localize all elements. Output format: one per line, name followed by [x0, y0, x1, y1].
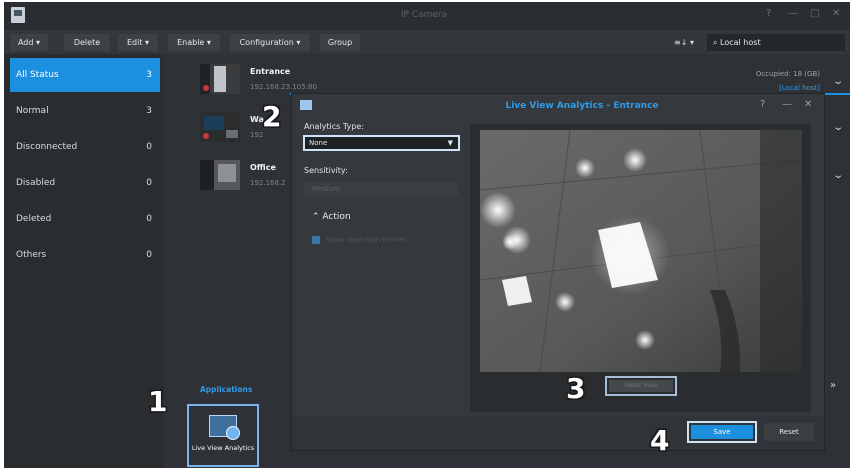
camera-occupied: Occupied: 18 (GB) [755, 70, 820, 78]
dialog-title: Live View Analytics - Entrance [505, 101, 659, 111]
edit-button[interactable]: Edit ▾ [118, 34, 158, 51]
reset-view-button[interactable]: Reset View [609, 380, 673, 392]
sidebar-item-disconnected[interactable]: Disconnected 0 [10, 130, 160, 164]
sidebar-item-count: 0 [146, 214, 152, 224]
chevron-down-icon[interactable]: ⌄ [832, 170, 844, 181]
camera-name: Entrance [250, 67, 291, 76]
app-icon [11, 7, 25, 23]
sensitivity-select: Medium [304, 182, 459, 196]
sensitivity-label: Sensitivity: [304, 166, 348, 175]
camera-preview[interactable] [480, 130, 802, 372]
camera-name: Office [250, 163, 276, 172]
chevron-down-icon[interactable]: ⌄ [832, 76, 844, 87]
action-section-title: Action [322, 212, 351, 222]
sidebar-item-count: 0 [146, 250, 152, 260]
dialog-close-icon[interactable]: ✕ [804, 99, 812, 110]
help-icon[interactable]: ? [766, 8, 771, 19]
sidebar-item-all-status[interactable]: All Status 3 [10, 58, 160, 92]
maximize-icon[interactable]: □ [810, 8, 819, 19]
sidebar-item-label: Deleted [16, 214, 52, 224]
live-view-analytics-dialog: Live View Analytics - Entrance ? — ✕ Ana… [291, 93, 825, 451]
step-number-3: 3 [566, 372, 586, 405]
sidebar-item-count: 0 [146, 178, 152, 188]
sidebar-item-count: 3 [146, 70, 152, 80]
action-section[interactable]: ⌃ Action [312, 212, 351, 222]
search-icon: ⌕ [713, 38, 721, 47]
step-number-1: 1 [148, 385, 168, 418]
dialog-footer: Save Reset [292, 416, 824, 450]
live-view-analytics-button[interactable]: Live View Analytics [187, 404, 259, 467]
sidebar-item-label: Disconnected [16, 142, 78, 152]
title-bar: IP Camera ? — □ ✕ [4, 2, 850, 30]
sidebar-item-label: Disabled [16, 178, 56, 188]
dialog-app-icon [300, 100, 312, 110]
step-number-2: 2 [262, 100, 282, 133]
applications-heading: Applications [200, 385, 253, 394]
sensitivity-value: Medium [312, 185, 340, 193]
sidebar-item-disabled[interactable]: Disabled 0 [10, 166, 160, 200]
save-highlight: Save [687, 421, 757, 443]
checkbox-label: Show detection frames [326, 236, 407, 244]
chevron-down-icon[interactable]: ⌄ [832, 122, 844, 133]
host-label: Local host [720, 38, 761, 47]
sidebar-item-normal[interactable]: Normal 3 [10, 94, 160, 128]
dialog-minimize-icon[interactable]: — [782, 99, 792, 110]
analytics-type-value: None [309, 139, 328, 147]
analytics-type-select[interactable]: None ▼ [303, 135, 460, 151]
camera-ip: 192.168.23.105:80 [250, 83, 317, 91]
sidebar-item-label: Normal [16, 106, 49, 116]
show-detection-frames-checkbox: Show detection frames [312, 236, 407, 244]
dialog-help-icon[interactable]: ? [760, 99, 765, 110]
reset-button[interactable]: Reset [764, 423, 814, 441]
camera-thumbnail [200, 160, 240, 190]
enable-button[interactable]: Enable ▾ [168, 34, 220, 51]
host-filter[interactable]: ⌕ Local host [707, 34, 845, 51]
app-window: IP Camera ? — □ ✕ Add ▾ Delete Edit ▾ En… [4, 2, 850, 468]
step-number-4: 4 [650, 424, 670, 457]
chevron-up-icon: ⌃ [312, 212, 323, 222]
group-button[interactable]: Group [320, 34, 360, 51]
status-sidebar: All Status 3 Normal 3 Disconnected 0 Dis… [4, 54, 164, 468]
close-icon[interactable]: ✕ [832, 8, 840, 19]
preview-panel: Reset View [470, 124, 811, 412]
live-view-analytics-icon [209, 415, 240, 440]
camera-thumbnail [200, 64, 240, 94]
camera-ip: 192.168.2 [250, 179, 286, 187]
configuration-button[interactable]: Configuration ▾ [230, 34, 310, 51]
reset-view-highlight: Reset View [605, 376, 677, 396]
sidebar-item-deleted[interactable]: Deleted 0 [10, 202, 160, 236]
sidebar-item-count: 3 [146, 106, 152, 116]
sidebar-item-label: Others [16, 250, 47, 260]
sidebar-item-count: 0 [146, 142, 152, 152]
camera-thumbnail [200, 112, 240, 142]
delete-button[interactable]: Delete [64, 34, 110, 51]
expand-panel-icon[interactable]: » [830, 380, 836, 391]
checkbox-icon [312, 236, 320, 244]
app-button-label: Live View Analytics [191, 444, 255, 452]
save-button[interactable]: Save [691, 425, 753, 439]
dropdown-caret-icon: ▼ [447, 139, 453, 147]
sidebar-item-others[interactable]: Others 0 [10, 238, 160, 272]
add-button[interactable]: Add ▾ [10, 34, 48, 51]
camera-host: [Local host] [779, 84, 820, 92]
minimize-icon[interactable]: — [788, 8, 798, 19]
analytics-type-label: Analytics Type: [304, 122, 364, 131]
toolbar: Add ▾ Delete Edit ▾ Enable ▾ Configurati… [4, 30, 850, 54]
view-sort-button[interactable]: ≡↓ ▾ [665, 34, 703, 51]
window-title: IP Camera [400, 10, 448, 20]
sidebar-item-label: All Status [16, 70, 59, 80]
